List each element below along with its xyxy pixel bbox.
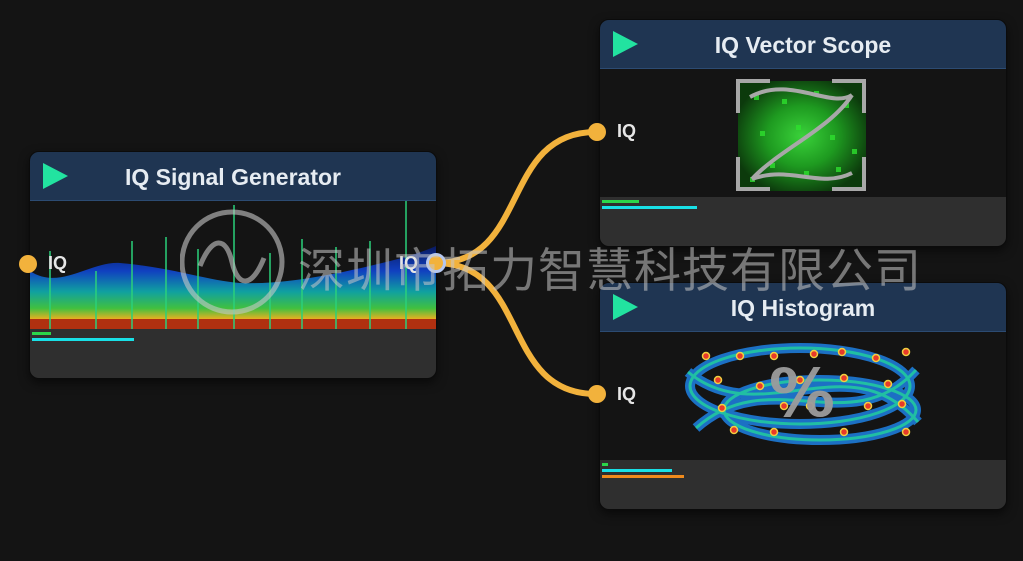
node-iq-vector-scope[interactable]: IQ Vector Scope IQ <box>599 19 1007 247</box>
input-port-label: IQ <box>48 253 68 273</box>
meter-bar-green <box>602 200 639 203</box>
spectrum-waterfall-image <box>30 201 436 329</box>
vector-scope-input-port[interactable] <box>588 123 606 141</box>
node-iq-histogram[interactable]: IQ Histogram % IQ <box>599 282 1007 510</box>
generator-input-port[interactable] <box>19 255 37 273</box>
input-port-label: IQ <box>617 121 637 141</box>
node-title: IQ Vector Scope <box>714 32 892 58</box>
signal-meter <box>600 197 1006 246</box>
node-header[interactable]: IQ Signal Generator <box>30 152 436 201</box>
output-port-label: IQ <box>399 253 419 273</box>
signal-meter <box>30 329 436 378</box>
generator-output-port[interactable] <box>426 253 446 273</box>
node-title: IQ Histogram <box>730 295 876 321</box>
node-title: IQ Signal Generator <box>125 164 341 190</box>
meter-bar-cyan <box>32 338 134 341</box>
histogram-preview: % <box>600 332 1006 460</box>
meter-bar-cyan <box>602 206 697 209</box>
vector-scope-image <box>600 69 1006 197</box>
spectrum-preview <box>30 201 436 329</box>
node-header[interactable]: IQ Histogram <box>600 283 1006 332</box>
vector-scope-preview <box>600 69 1006 197</box>
node-iq-signal-generator[interactable]: IQ Signal Generator IQ IQ <box>29 151 437 379</box>
histogram-heatmap-image: % <box>600 332 1006 460</box>
node-header[interactable]: IQ Vector Scope <box>600 20 1006 69</box>
meter-bar-orange <box>602 475 684 478</box>
wire-generator-to-vector-scope[interactable] <box>435 129 597 266</box>
signal-meter <box>600 460 1006 509</box>
meter-bar-green <box>32 332 51 335</box>
histogram-input-port[interactable] <box>588 385 606 403</box>
meter-bar-cyan <box>602 469 672 472</box>
input-port-label: IQ <box>617 384 637 404</box>
svg-text:%: % <box>769 355 835 432</box>
wire-generator-to-histogram[interactable] <box>435 260 597 397</box>
meter-bar-green <box>602 463 608 466</box>
